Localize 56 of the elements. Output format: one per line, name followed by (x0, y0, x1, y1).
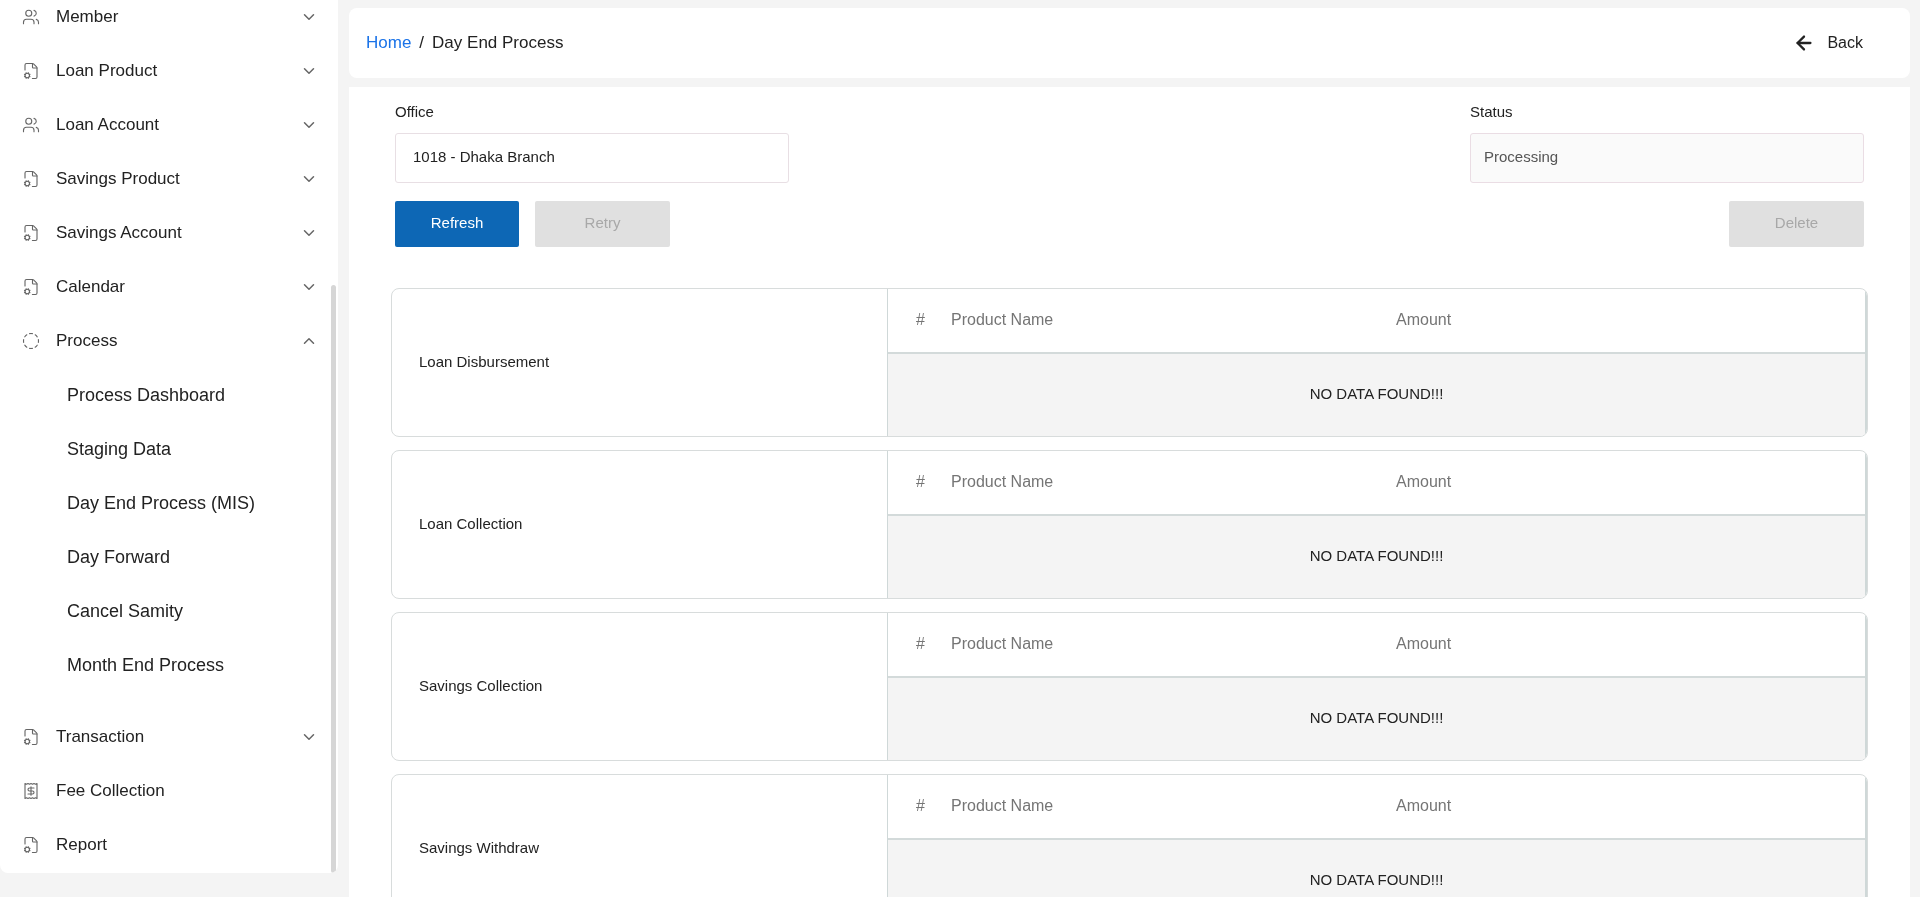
column-header: Amount (1396, 634, 1452, 654)
column-header: Product Name (951, 310, 1055, 330)
scrollbar-thumb[interactable] (331, 285, 336, 873)
sidebar-item[interactable]: Transaction (0, 710, 338, 764)
submenu-item[interactable]: Process Dashboard (0, 368, 338, 422)
sidebar-item[interactable]: Loan Account (0, 98, 338, 152)
people-icon (22, 8, 40, 26)
sidebar-item[interactable]: Report (0, 818, 338, 872)
submenu-item[interactable]: Cancel Samity (0, 584, 338, 638)
submenu-item[interactable]: Day Forward (0, 530, 338, 584)
back-button[interactable]: Back (1793, 31, 1863, 55)
empty-message: NO DATA FOUND!!! (1309, 708, 1444, 729)
sidebar-item[interactable]: Process (0, 314, 338, 368)
column-header: # (916, 310, 926, 330)
section-title: Savings Withdraw (419, 837, 540, 858)
column-header: Amount (1396, 310, 1452, 330)
column-header: Amount (1396, 472, 1452, 492)
breadcrumb-separator: / (419, 32, 425, 55)
section-title: Loan Collection (419, 513, 523, 534)
section-title: Savings Collection (419, 675, 543, 696)
document-gear-icon (22, 224, 40, 242)
sidebar-item[interactable]: Loan Product (0, 44, 338, 98)
sidebar-item[interactable]: Calendar (0, 260, 338, 314)
page-title: Day End Process (432, 32, 564, 55)
receipt-icon (22, 782, 40, 800)
section-title: Loan Disbursement (419, 351, 550, 372)
empty-message: NO DATA FOUND!!! (1309, 870, 1444, 891)
document-gear-icon (22, 62, 40, 80)
column-header: # (916, 634, 926, 654)
people-icon (22, 116, 40, 134)
document-gear-icon (22, 728, 40, 746)
document-gear-icon (22, 836, 40, 854)
document-gear-icon (22, 278, 40, 296)
field-label: Status (1470, 102, 1514, 122)
dashed-circle-icon (22, 332, 40, 350)
empty-message: NO DATA FOUND!!! (1309, 546, 1444, 567)
submenu-item[interactable]: Staging Data (0, 422, 338, 476)
breadcrumb-link[interactable]: Home (366, 30, 412, 56)
submenu-item[interactable]: Day End Process (MIS) (0, 476, 338, 530)
sidebar-item[interactable]: Fee Collection (0, 764, 338, 818)
sidebar-item[interactable]: Savings Product (0, 152, 338, 206)
column-header: # (916, 472, 926, 492)
action-button[interactable]: Refresh (395, 200, 519, 247)
empty-message: NO DATA FOUND!!! (1309, 384, 1444, 405)
status-field[interactable]: Processing (1470, 132, 1864, 183)
column-header: Amount (1396, 796, 1452, 816)
column-header: Product Name (951, 634, 1055, 654)
column-header: Product Name (951, 796, 1055, 816)
office-field[interactable]: 1018 - Dhaka Branch (395, 132, 789, 183)
field-label: Office (395, 102, 435, 122)
document-gear-icon (22, 170, 40, 188)
submenu-item[interactable]: Month End Process (0, 638, 338, 692)
column-header: # (916, 796, 926, 816)
sidebar-item[interactable]: Savings Account (0, 206, 338, 260)
sidebar-item[interactable]: Member (0, 0, 338, 44)
column-header: Product Name (951, 472, 1055, 492)
